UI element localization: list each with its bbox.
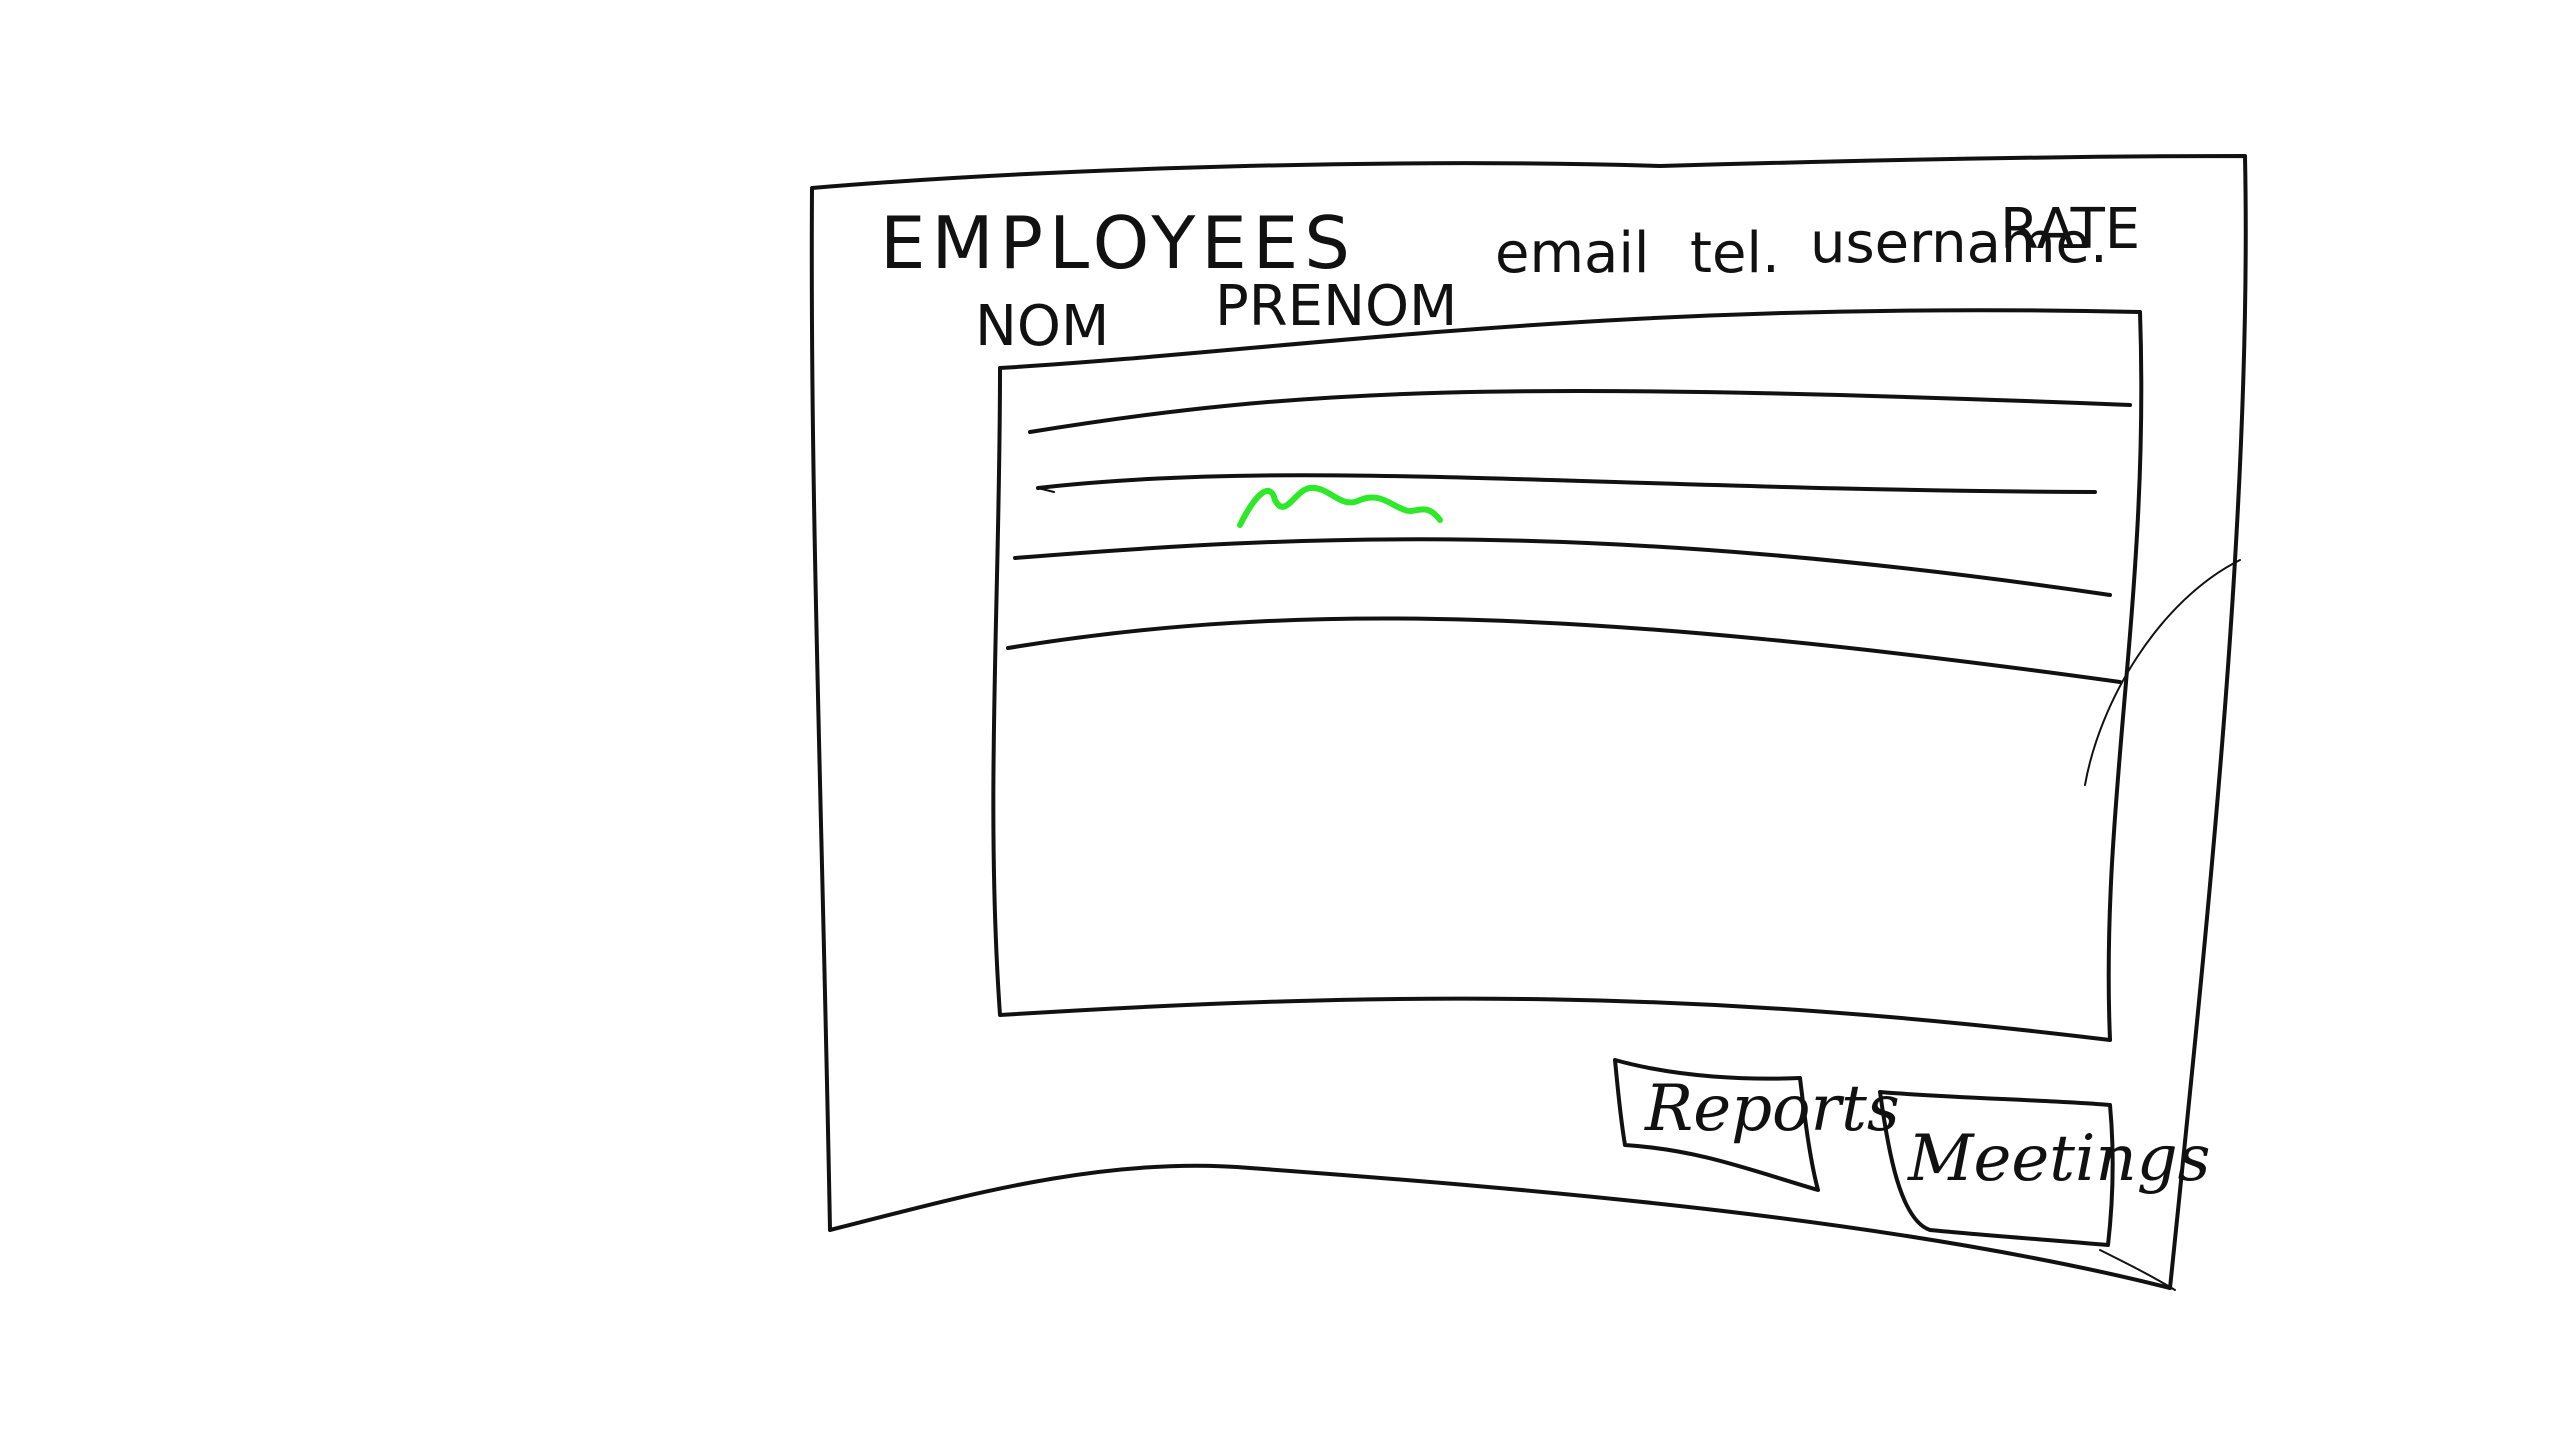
reports-button[interactable]: Reports [1613, 1058, 1900, 1192]
table-row-separator-4 [1006, 616, 2122, 684]
column-header-rate[interactable]: RATE [2000, 197, 2140, 262]
window-title: EMPLOYEES [880, 201, 1356, 285]
wireframe-sketch: EMPLOYEES NOM PRENOM email tel. username… [809, 154, 2248, 1291]
column-header-tel[interactable]: tel. [1690, 221, 1780, 286]
column-header-prenom[interactable]: PRENOM [1215, 274, 1457, 339]
table-row-separator-2 [1036, 473, 2097, 494]
table-row-separator-1 [1028, 388, 2132, 434]
selected-row-highlight [1237, 484, 1443, 528]
window-frame-corner [2099, 1249, 2176, 1291]
table-row-separator-3 [1013, 537, 2112, 597]
employees-table [991, 308, 2144, 1042]
column-header-nom[interactable]: NOM [975, 294, 1109, 359]
column-header-email[interactable]: email [1495, 221, 1649, 286]
reports-button-label: Reports [1644, 1072, 1900, 1146]
meetings-button-label: Meetings [1907, 1122, 2211, 1196]
meetings-button[interactable]: Meetings [1878, 1090, 2211, 1247]
